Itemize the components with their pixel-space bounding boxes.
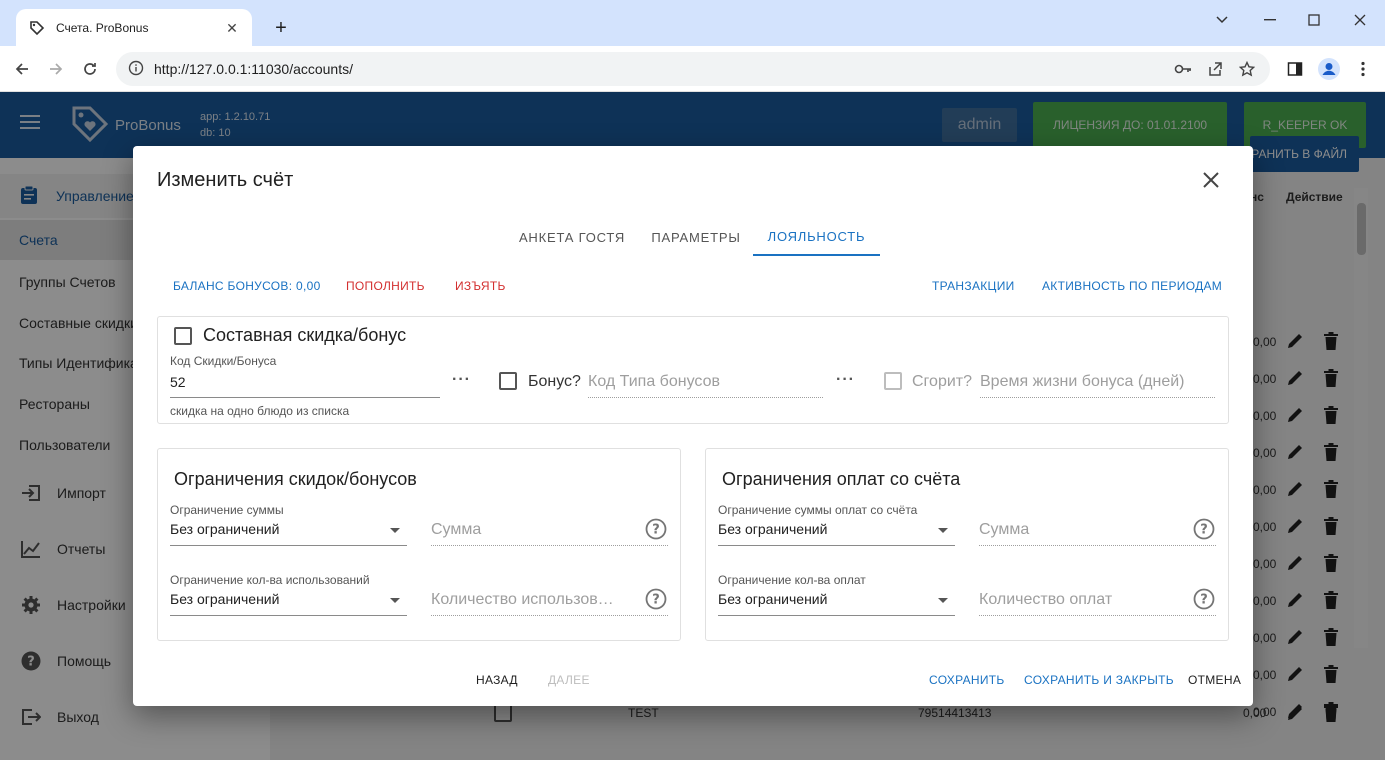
arrow-drop-down-icon[interactable] [390,528,400,533]
back-button[interactable]: НАЗАД [476,673,518,687]
discount-limits-card: Ограничения скидок/бонусов Ограничение с… [157,448,681,641]
bonus-checkbox[interactable] [499,372,517,390]
edit-account-dialog: Изменить счёт АНКЕТА ГОСТЯ ПАРАМЕТРЫ ЛОЯ… [133,146,1253,706]
arrow-drop-down-icon[interactable] [938,598,948,603]
profile-avatar-icon[interactable] [1318,58,1340,80]
usage-limit-label: Ограничение кол-ва использований [170,573,370,587]
composite-discount-card: Составная скидка/бонус Код Скидки/Бонуса… [157,316,1229,424]
discount-code-hint: скидка на одно блюдо из списка [170,404,350,418]
sum-underline [431,545,668,546]
tab-parameters[interactable]: ПАРАМЕТРЫ [645,218,747,256]
composite-discount-checkbox[interactable] [174,327,192,345]
browser-tab[interactable]: Счета. ProBonus ✕ [16,9,252,46]
save-and-close-button[interactable]: СОХРАНИТЬ И ЗАКРЫТЬ [1024,673,1174,687]
dialog-title: Изменить счёт [157,169,294,191]
help-circle-icon[interactable]: ? [1193,588,1215,610]
bonus-lifetime-underline [980,397,1215,398]
help-circle-icon[interactable]: ? [645,588,667,610]
url-text: http://127.0.0.1:11030/accounts/ [154,61,354,77]
arrow-drop-down-icon[interactable] [390,598,400,603]
payment-count-limit-select[interactable]: Без ограничений [718,591,827,607]
svg-text:?: ? [652,523,660,538]
cancel-button[interactable]: ОТМЕНА [1188,673,1241,687]
payment-sum-input[interactable]: Сумма [979,521,1179,539]
payment-count-input[interactable]: Количество оплат [979,591,1179,609]
arrow-drop-down-icon[interactable] [938,528,948,533]
tab-loyalty[interactable]: ЛОЯЛЬНОСТЬ [753,218,880,256]
address-bar[interactable]: http://127.0.0.1:11030/accounts/ [116,52,1270,86]
more-horiz-icon[interactable]: ··· [836,371,855,389]
burn-checkbox[interactable] [884,372,902,390]
minimize-icon[interactable] [1250,8,1290,32]
next-button[interactable]: ДАЛЕЕ [548,673,590,687]
payment-count-limit-label: Ограничение кол-ва оплат [718,573,866,587]
new-tab-icon[interactable]: + [268,16,294,42]
payment-count-limit-underline [718,615,955,616]
discount-code-input[interactable]: 52 [170,374,186,390]
bonus-type-underline [588,397,823,398]
browser-menu-icon[interactable] [1352,58,1374,80]
tab-search-icon[interactable] [1202,8,1242,32]
bonus-lifetime-input[interactable]: Время жизни бонуса (дней) [980,373,1215,391]
burn-checkbox-label: Сгорит? [912,373,972,390]
discount-code-label: Код Скидки/Бонуса [170,354,277,368]
discount-limits-title: Ограничения скидок/бонусов [174,469,417,489]
activity-by-period-button[interactable]: АКТИВНОСТЬ ПО ПЕРИОДАМ [1042,279,1222,293]
back-arrow-icon[interactable] [10,57,34,81]
usage-count-underline [431,615,668,616]
browser-toolbar: http://127.0.0.1:11030/accounts/ [0,46,1385,92]
key-icon[interactable] [1174,60,1192,78]
transactions-button[interactable]: ТРАНЗАКЦИИ [932,279,1015,293]
payment-sum-limit-label: Ограничение суммы оплат со счёта [718,503,918,517]
payment-sum-limit-underline [718,545,955,546]
sum-limit-label: Ограничение суммы [170,503,284,517]
sum-input[interactable]: Сумма [431,521,631,539]
help-circle-icon[interactable]: ? [645,518,667,540]
maximize-icon[interactable] [1294,8,1334,32]
browser-tabstrip: Счета. ProBonus ✕ + [0,0,1385,46]
payment-sum-limit-select[interactable]: Без ограничений [718,521,827,537]
svg-text:?: ? [652,593,660,608]
topup-button[interactable]: ПОПОЛНИТЬ [346,279,425,293]
composite-discount-label: Составная скидка/бонус [203,325,407,345]
payment-limits-card: Ограничения оплат со счёта Ограничение с… [705,448,1229,641]
payment-sum-underline [979,545,1216,546]
tab-close-icon[interactable]: ✕ [224,20,240,36]
bonus-balance-button[interactable]: БАЛАНС БОНУСОВ: 0,00 [173,279,321,293]
sum-limit-underline [170,545,407,546]
sum-limit-select[interactable]: Без ограничений [170,521,279,537]
reload-icon[interactable] [78,57,102,81]
window-close-icon[interactable] [1340,8,1380,32]
payment-count-underline [979,615,1216,616]
discount-code-underline [170,397,440,398]
usage-count-input[interactable]: Количество использований [431,591,621,609]
svg-text:?: ? [1200,523,1208,538]
probonus-tag-icon [28,19,46,37]
tab-title: Счета. ProBonus [56,20,149,35]
bonus-type-code-input[interactable]: Код Типа бонусов [588,373,818,391]
help-circle-icon[interactable]: ? [1193,518,1215,540]
more-horiz-icon[interactable]: ··· [452,371,471,389]
share-icon[interactable] [1206,60,1224,78]
withdraw-button[interactable]: ИЗЪЯТЬ [455,279,506,293]
side-panel-icon[interactable] [1284,58,1306,80]
forward-arrow-icon[interactable] [44,57,68,81]
bookmark-star-icon[interactable] [1238,60,1256,78]
save-button[interactable]: СОХРАНИТЬ [929,673,1005,687]
tab-guest-profile[interactable]: АНКЕТА ГОСТЯ [505,218,639,256]
usage-limit-underline [170,615,407,616]
close-icon[interactable] [1199,168,1223,192]
bonus-checkbox-label: Бонус? [528,373,581,390]
svg-text:?: ? [1200,593,1208,608]
payment-limits-title: Ограничения оплат со счёта [722,469,961,489]
site-info-icon[interactable] [128,60,144,79]
usage-limit-select[interactable]: Без ограничений [170,591,279,607]
